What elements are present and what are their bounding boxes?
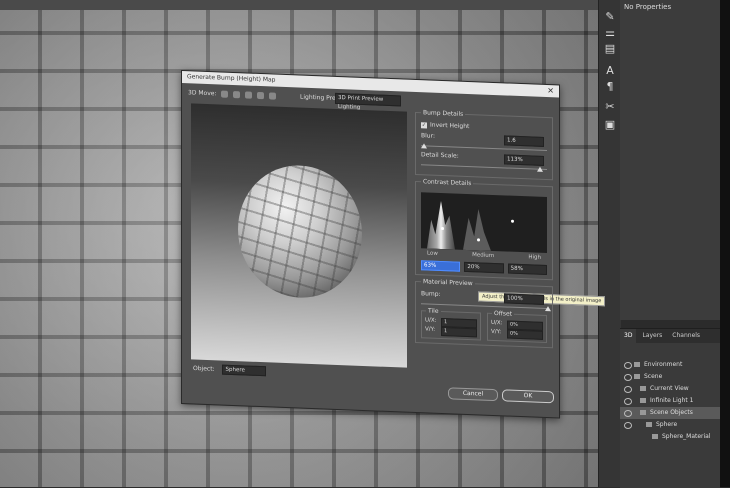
settings-column: Bump Details ✓ Invert Height Blur: 1.6 Det… xyxy=(415,109,606,354)
lighting-preset-select[interactable]: 3D Print Preview Lighting xyxy=(335,92,401,111)
low-label: Low xyxy=(427,250,438,257)
scene-item-environment[interactable]: Environment xyxy=(620,359,720,371)
histogram-low xyxy=(427,200,455,249)
scene-item-scene[interactable]: Scene xyxy=(620,371,720,383)
material-preview-title: Material Preview xyxy=(421,278,475,288)
pan-icon[interactable] xyxy=(245,91,253,99)
properties-title: No Properties xyxy=(624,3,672,11)
dialog-title: Generate Bump (Height) Map xyxy=(187,73,276,84)
scene-item-scene-objects[interactable]: Scene Objects xyxy=(620,407,720,419)
scene-item-infinite-light[interactable]: Infinite Light 1 xyxy=(620,395,720,407)
bump-input[interactable]: 100% xyxy=(504,293,544,305)
camera-icon xyxy=(640,386,646,391)
high-handle[interactable] xyxy=(511,219,514,223)
histogram-medium xyxy=(463,204,491,251)
3d-panel: 3D Layers Channels Environment Scene Cur… xyxy=(620,328,720,488)
monitor-bezel xyxy=(720,0,730,487)
mesh-icon xyxy=(646,422,652,427)
material-icon xyxy=(652,434,658,439)
roll-icon[interactable] xyxy=(233,91,241,99)
cancel-button[interactable]: Cancel xyxy=(448,387,498,402)
detail-scale-input[interactable]: 113% xyxy=(504,154,544,166)
tile-v-input[interactable]: 1 xyxy=(441,326,477,338)
bump-details-title: Bump Details xyxy=(421,109,466,118)
tab-3d[interactable]: 3D xyxy=(620,329,637,343)
low-handle[interactable] xyxy=(441,226,444,231)
visibility-eye-icon[interactable] xyxy=(624,398,632,405)
object-label: Object: xyxy=(193,364,215,373)
high-label: High xyxy=(528,254,541,261)
slider-thumb[interactable] xyxy=(545,305,551,312)
ok-button[interactable]: OK xyxy=(502,389,554,404)
tools-panel: ✎ ⚌ ▤ A ¶ ✂ ▣ xyxy=(598,0,621,487)
close-icon[interactable]: ✕ xyxy=(547,85,554,97)
slider-thumb[interactable] xyxy=(537,166,543,172)
sphere-preview xyxy=(238,163,362,300)
properties-panel: No Properties xyxy=(620,0,720,320)
tile-offset-row: Tile U/X: 1 V/Y: 1 Offset U/X: 0% V/Y: 0% xyxy=(421,307,547,344)
brush-tool-icon[interactable]: ✎ xyxy=(603,10,617,24)
contrast-details-title: Contrast Details xyxy=(421,178,474,188)
tile-u-label: U/X: xyxy=(425,317,437,324)
panel-tabs: 3D Layers Channels xyxy=(620,329,720,343)
adjust-tool-icon[interactable]: ⚌ xyxy=(603,26,617,40)
reset-icon[interactable] xyxy=(269,92,277,100)
scene-item-sphere-material[interactable]: Sphere_Material xyxy=(620,431,720,443)
detail-scale-label: Detail Scale: xyxy=(421,151,459,160)
visibility-eye-icon[interactable] xyxy=(624,362,632,369)
environment-icon xyxy=(634,362,640,367)
light-icon xyxy=(640,398,646,403)
slider-thumb[interactable] xyxy=(421,143,427,149)
scene-item-current-view[interactable]: Current View xyxy=(620,383,720,395)
folder-icon xyxy=(640,410,646,415)
generate-bump-map-dialog: Generate Bump (Height) Map ✕ 3D Move: Li… xyxy=(181,70,606,419)
scene-icon xyxy=(634,374,640,379)
visibility-eye-icon[interactable] xyxy=(624,410,632,417)
visibility-eye-icon[interactable] xyxy=(624,422,632,429)
object-select[interactable]: Sphere xyxy=(222,364,267,377)
offset-title: Offset xyxy=(492,309,515,318)
scissors-tool-icon[interactable]: ✂ xyxy=(603,100,617,114)
tab-channels[interactable]: Channels xyxy=(668,329,704,343)
medium-input[interactable]: 20% xyxy=(464,261,504,274)
bump-label: Bump: xyxy=(421,290,441,298)
offset-u-label: U/X: xyxy=(491,319,503,327)
3d-move-toolbar: 3D Move: xyxy=(188,89,277,100)
frame-tool-icon[interactable]: ▣ xyxy=(603,118,617,132)
invert-height-checkbox[interactable]: ✓ xyxy=(421,121,427,128)
rotate-icon[interactable] xyxy=(221,90,229,98)
tab-layers[interactable]: Layers xyxy=(638,329,666,343)
medium-handle[interactable] xyxy=(477,238,480,242)
invert-height-label: Invert Height xyxy=(430,121,470,131)
offset-v-row: V/Y: 0% xyxy=(491,329,543,340)
blur-label: Blur: xyxy=(421,132,435,140)
tile-group: Tile U/X: 1 V/Y: 1 xyxy=(421,307,481,341)
contrast-histogram[interactable] xyxy=(421,192,547,254)
paragraph-tool-icon[interactable]: ¶ xyxy=(603,80,617,94)
contrast-details-group: Contrast Details Low Medium High Adjust … xyxy=(415,178,606,307)
character-tool-icon[interactable]: A xyxy=(603,64,617,78)
low-input[interactable]: 63% xyxy=(421,260,461,272)
3d-move-label: 3D Move: xyxy=(188,89,217,98)
offset-v-label: V/Y: xyxy=(491,328,502,336)
tile-title: Tile xyxy=(426,307,441,315)
high-input[interactable]: 58% xyxy=(507,263,547,276)
offset-group: Offset U/X: 0% V/Y: 0% xyxy=(487,309,547,344)
offset-v-input[interactable]: 0% xyxy=(507,329,543,340)
tile-v-label: V/Y: xyxy=(425,326,436,333)
layers-tool-icon[interactable]: ▤ xyxy=(603,42,617,56)
tile-v-row: V/Y: 1 xyxy=(425,326,477,338)
3d-preview-viewport[interactable] xyxy=(191,103,407,368)
material-preview-group: Material Preview Bump: 100% Tile U/X: 1 V/… xyxy=(415,278,553,349)
scene-item-sphere[interactable]: Sphere xyxy=(620,419,720,431)
visibility-eye-icon[interactable] xyxy=(624,374,632,381)
medium-label: Medium xyxy=(472,252,495,260)
document-tab-bar xyxy=(0,0,600,10)
visibility-eye-icon[interactable] xyxy=(624,386,632,393)
blur-input[interactable]: 1.6 xyxy=(504,135,544,147)
object-row: Object: Sphere xyxy=(193,363,267,377)
contrast-values: 63% 20% 58% xyxy=(421,260,547,276)
slide-icon[interactable] xyxy=(257,91,265,100)
bump-details-group: Bump Details ✓ Invert Height Blur: 1.6 Det… xyxy=(415,109,553,181)
